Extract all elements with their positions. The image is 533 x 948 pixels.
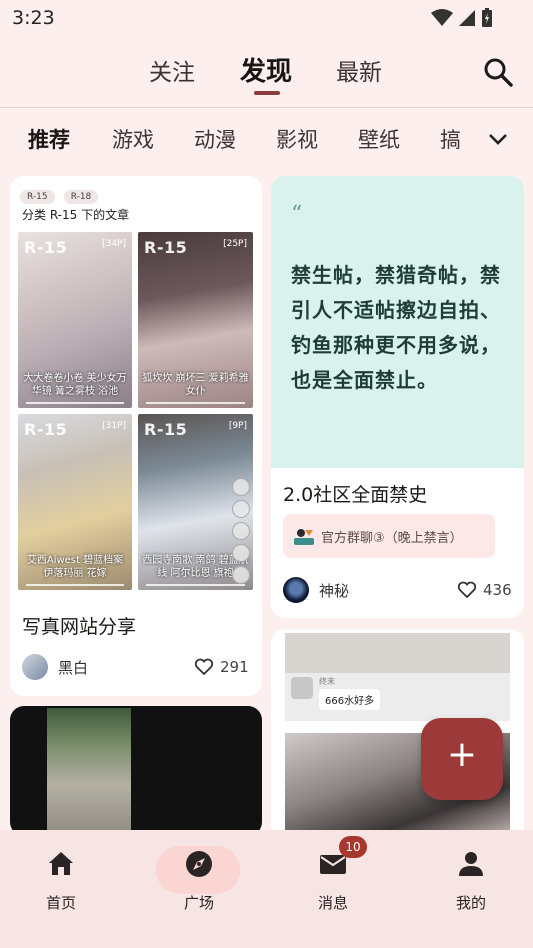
quote-text: 禁生帖，禁猎奇帖，禁引人不适帖擦边自拍、钓鱼那种更不用多说，也是全面禁止。 [291, 263, 501, 392]
create-post-button[interactable]: + [421, 718, 503, 800]
tab-latest[interactable]: 最新 [336, 53, 382, 87]
nav-home[interactable]: 首页 [16, 848, 106, 913]
chat-sender: 终末 [319, 677, 335, 686]
unread-badge: 10 [339, 836, 367, 858]
heart-icon [194, 658, 214, 676]
home-icon [49, 852, 73, 875]
nav-home-label: 首页 [45, 894, 76, 912]
status-time: 3:23 [12, 7, 55, 29]
tag-list: R-15 R-18 [20, 184, 102, 204]
nav-square[interactable]: 广场 [154, 846, 244, 913]
like-button[interactable]: 436 [457, 581, 512, 599]
image-thumbnail[interactable]: R-15 [31P] 艾西Aiwest 碧蓝档案 伊落玛丽 花嫁 [18, 414, 132, 590]
quote-mark-icon: “ [291, 202, 303, 227]
bottom-navigation: 首页 广场 10 消息 我的 [0, 830, 533, 948]
post-card-community-ban[interactable]: “ 禁生帖，禁猎奇帖，禁引人不适帖擦边自拍、钓鱼那种更不用多说，也是全面禁止。 … [271, 176, 524, 618]
battery-icon [482, 8, 492, 27]
category-tabs: 推荐 游戏 动漫 影视 壁纸 搞 [0, 108, 533, 168]
chevron-down-icon [489, 134, 507, 145]
post-image [47, 708, 131, 836]
like-button[interactable]: 291 [194, 658, 249, 676]
nav-messages[interactable]: 10 消息 [288, 836, 378, 913]
author-row[interactable]: 神秘 [283, 577, 349, 603]
tab-follow[interactable]: 关注 [149, 53, 195, 87]
author-name: 黑白 [58, 658, 89, 677]
person-icon [459, 852, 483, 876]
like-count: 291 [220, 658, 249, 676]
active-tab-indicator [254, 91, 280, 95]
nav-profile[interactable]: 我的 [426, 848, 516, 913]
nav-profile-label: 我的 [455, 894, 486, 912]
author-name: 神秘 [319, 581, 350, 600]
post-card-dark-image[interactable] [10, 706, 262, 836]
post-title: 2.0社区全面禁史 [283, 484, 428, 506]
card-heading: 分类 R-15 下的文章 [22, 208, 130, 222]
search-icon[interactable] [482, 56, 514, 88]
plus-icon: + [446, 734, 478, 775]
avatar [291, 677, 313, 699]
tag-r15[interactable]: R-15 [20, 190, 55, 204]
compass-icon [186, 851, 212, 877]
category-anime[interactable]: 动漫 [194, 124, 236, 154]
avatar [283, 577, 309, 603]
avatar [22, 654, 48, 680]
status-bar: 3:23 [0, 0, 533, 38]
image-thumbnail[interactable]: R-15 [25P] 狐坎坎 崩坏三 爱莉希雅 女仆 [138, 232, 253, 408]
shuffle-icon[interactable] [232, 544, 250, 562]
group-chat-icon [294, 529, 314, 545]
scroll-up-control[interactable] [232, 478, 250, 496]
image-thumbnail[interactable]: R-15 [34P] 大大卷卷小卷 美少女万华镜 篝之雾枝 浴池 [18, 232, 132, 408]
signal-icon [459, 10, 475, 26]
expand-categories-button[interactable] [480, 124, 516, 154]
triangle-icon[interactable] [232, 522, 250, 540]
top-tabs: 关注 发现 最新 [0, 50, 533, 100]
group-chat-label: 官方群聊③（晚上禁言） [321, 530, 463, 546]
post-card-photo-share[interactable]: R-15 R-18 分类 R-15 下的文章 R-15 [34P] 大大卷卷小卷… [10, 176, 262, 696]
scroll-down-control[interactable] [232, 500, 250, 518]
nav-square-label: 广场 [183, 894, 214, 912]
like-count: 436 [483, 581, 512, 599]
category-wallpaper[interactable]: 壁纸 [358, 124, 400, 154]
category-recommend[interactable]: 推荐 [28, 124, 70, 154]
author-row[interactable]: 黑白 [22, 654, 88, 680]
post-title: 写真网站分享 [22, 616, 137, 638]
tag-r18[interactable]: R-18 [63, 190, 99, 204]
tab-discover[interactable]: 发现 [240, 51, 292, 88]
category-games[interactable]: 游戏 [112, 124, 154, 154]
category-film[interactable]: 影视 [276, 124, 318, 154]
wifi-icon [431, 9, 453, 26]
heart-icon [457, 581, 477, 599]
group-chat-chip[interactable]: 官方群聊③（晚上禁言） [283, 514, 495, 558]
chat-snippet: 终末 666水好多 [285, 673, 510, 721]
nav-messages-label: 消息 [317, 894, 348, 912]
category-funny[interactable]: 搞 [440, 124, 461, 154]
chat-message: 666水好多 [319, 689, 381, 710]
collapse-control[interactable] [232, 566, 250, 584]
post-image-top [285, 633, 510, 673]
quote-block: “ 禁生帖，禁猎奇帖，禁引人不适帖擦边自拍、钓鱼那种更不用多说，也是全面禁止。 [271, 176, 524, 468]
